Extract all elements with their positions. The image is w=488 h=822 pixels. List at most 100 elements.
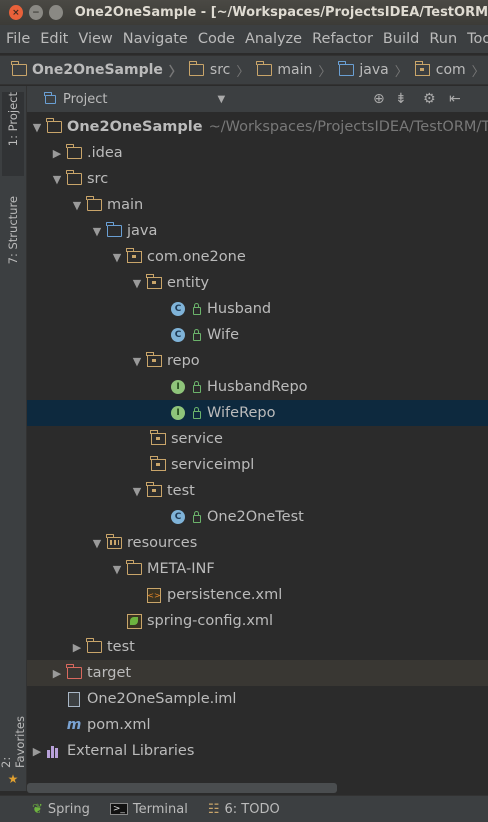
tab-structure[interactable]: 7: Structure xyxy=(2,196,24,276)
resources-folder-icon xyxy=(105,534,123,551)
breadcrumb-item-java[interactable]: java 〉 xyxy=(337,61,413,80)
tree-item-label: External Libraries xyxy=(67,743,195,759)
package-icon xyxy=(145,352,163,369)
tree-item-wife-repo[interactable]: I WifeRepo xyxy=(27,400,488,426)
tree-item-iml[interactable]: One2OneSample.iml xyxy=(27,686,488,712)
breadcrumb-item-project[interactable]: One2OneSample 〉 xyxy=(10,61,188,80)
tree-item-husband[interactable]: C Husband xyxy=(27,296,488,322)
expanded-arrow-icon[interactable]: ▼ xyxy=(109,563,125,576)
expanded-arrow-icon[interactable]: ▼ xyxy=(89,537,105,550)
tree-item-meta-inf[interactable]: ▼ META-INF xyxy=(27,556,488,582)
expanded-arrow-icon[interactable]: ▼ xyxy=(69,199,85,212)
horizontal-scrollbar[interactable] xyxy=(27,783,337,793)
project-panel-header: Project ▼ ⊕ ⇟ ⚙ ⇤ xyxy=(27,86,488,112)
menu-refactor[interactable]: Refactor xyxy=(312,31,373,47)
collapse-all-icon[interactable]: ⇟ xyxy=(395,91,407,107)
tree-item-one2one-test[interactable]: C One2OneTest xyxy=(27,504,488,530)
tree-item-label: java xyxy=(127,223,158,239)
tab-project-label: 1: Project xyxy=(6,92,20,147)
menu-analyze[interactable]: Analyze xyxy=(245,31,302,47)
tree-item-root[interactable]: ▼ One2OneSample ~/Workspaces/ProjectsIDE… xyxy=(27,114,488,140)
terminal-tool-button[interactable]: >_ Terminal xyxy=(109,802,188,817)
folder-icon xyxy=(65,144,83,161)
tree-item-external-libraries[interactable]: ▶ External Libraries xyxy=(27,738,488,764)
folder-icon xyxy=(65,170,83,187)
tree-item-main[interactable]: ▼ main xyxy=(27,192,488,218)
menu-tools[interactable]: Tools xyxy=(467,31,488,47)
tree-item-wife[interactable]: C Wife xyxy=(27,322,488,348)
tree-item-label: Wife xyxy=(207,327,240,343)
window-maximize-button[interactable] xyxy=(48,5,63,20)
expanded-arrow-icon[interactable]: ▼ xyxy=(129,485,145,498)
tree-item-java[interactable]: ▼ java xyxy=(27,218,488,244)
tree-item-idea[interactable]: ▶ .idea xyxy=(27,140,488,166)
menu-run[interactable]: Run xyxy=(429,31,457,47)
tree-item-service[interactable]: service xyxy=(27,426,488,452)
tree-item-pom[interactable]: m pom.xml xyxy=(27,712,488,738)
tree-item-persistence-xml[interactable]: <> persistence.xml xyxy=(27,582,488,608)
tree-item-label: persistence.xml xyxy=(167,587,283,603)
collapsed-arrow-icon[interactable]: ▶ xyxy=(49,147,65,160)
menu-edit[interactable]: Edit xyxy=(40,31,68,47)
locate-target-icon[interactable]: ⊕ xyxy=(373,91,385,107)
expanded-arrow-icon[interactable]: ▼ xyxy=(129,277,145,290)
folder-icon xyxy=(188,61,206,78)
folder-icon xyxy=(255,61,273,78)
tab-structure-label: 7: Structure xyxy=(6,196,20,265)
tree-item-resources[interactable]: ▼ resources xyxy=(27,530,488,556)
maven-icon: m xyxy=(66,717,82,733)
tree-item-label: src xyxy=(87,171,109,187)
expanded-arrow-icon[interactable]: ▼ xyxy=(29,121,45,134)
collapsed-arrow-icon[interactable]: ▶ xyxy=(29,745,45,758)
menu-file[interactable]: File xyxy=(6,31,30,47)
tree-item-target[interactable]: ▶ target xyxy=(27,660,488,686)
project-folder-icon xyxy=(10,61,28,78)
collapsed-arrow-icon[interactable]: ▶ xyxy=(49,667,65,680)
breadcrumb-item-src[interactable]: src 〉 xyxy=(188,61,255,80)
collapsed-arrow-icon[interactable]: ▶ xyxy=(69,641,85,654)
menu-navigate[interactable]: Navigate xyxy=(123,31,188,47)
spring-tool-button[interactable]: ❦ Spring xyxy=(32,802,90,817)
tree-item-husband-repo[interactable]: I HusbandRepo xyxy=(27,374,488,400)
expanded-arrow-icon[interactable]: ▼ xyxy=(109,251,125,264)
tree-item-repo[interactable]: ▼ repo xyxy=(27,348,488,374)
tree-item-label: HusbandRepo xyxy=(207,379,308,395)
tree-item-entity[interactable]: ▼ entity xyxy=(27,270,488,296)
breadcrumb-item-main[interactable]: main 〉 xyxy=(255,61,337,80)
todo-tool-button[interactable]: ☷ 6: TODO xyxy=(208,802,280,817)
tree-item-test-dir[interactable]: ▶ test xyxy=(27,634,488,660)
project-view-selector[interactable]: Project ▼ xyxy=(41,91,225,107)
tree-item-label: pom.xml xyxy=(87,717,151,733)
gear-icon[interactable]: ⚙ xyxy=(423,91,436,107)
menu-view[interactable]: View xyxy=(78,31,112,47)
tree-item-label: com.one2one xyxy=(147,249,246,265)
window-title: One2OneSample - [~/Workspaces/ProjectsID… xyxy=(74,5,488,20)
package-icon xyxy=(414,61,432,78)
tree-item-src[interactable]: ▼ src xyxy=(27,166,488,192)
chevron-right-icon: 〉 xyxy=(236,64,250,80)
package-icon xyxy=(145,274,163,291)
window-title-bar: × − One2OneSample - [~/Workspaces/Projec… xyxy=(0,0,488,25)
tree-item-spring-config[interactable]: spring-config.xml xyxy=(27,608,488,634)
tree-item-test-package[interactable]: ▼ test xyxy=(27,478,488,504)
breadcrumb-item-com[interactable]: com 〉 xyxy=(414,61,488,80)
tree-item-com-one2one[interactable]: ▼ com.one2one xyxy=(27,244,488,270)
window-minimize-button[interactable]: − xyxy=(28,5,43,20)
expanded-arrow-icon[interactable]: ▼ xyxy=(49,173,65,186)
tree-item-serviceimpl[interactable]: serviceimpl xyxy=(27,452,488,478)
bottom-tool-bar: ❦ Spring >_ Terminal ☷ 6: TODO xyxy=(0,795,488,822)
menu-code[interactable]: Code xyxy=(198,31,235,47)
tab-favorites[interactable]: 2: Favorites ★ xyxy=(0,706,27,786)
expanded-arrow-icon[interactable]: ▼ xyxy=(89,225,105,238)
hide-panel-icon[interactable]: ⇤ xyxy=(449,91,461,107)
class-icon: C xyxy=(169,301,187,317)
window-close-button[interactable]: × xyxy=(9,5,23,20)
lock-icon xyxy=(193,303,201,315)
tab-project[interactable]: 1: Project xyxy=(2,92,24,176)
tree-item-label: target xyxy=(87,665,132,681)
tree-item-label: .idea xyxy=(87,145,123,161)
folder-icon xyxy=(125,560,143,577)
menu-build[interactable]: Build xyxy=(383,31,419,47)
expanded-arrow-icon[interactable]: ▼ xyxy=(129,355,145,368)
tree-item-label: One2OneTest xyxy=(207,509,304,525)
